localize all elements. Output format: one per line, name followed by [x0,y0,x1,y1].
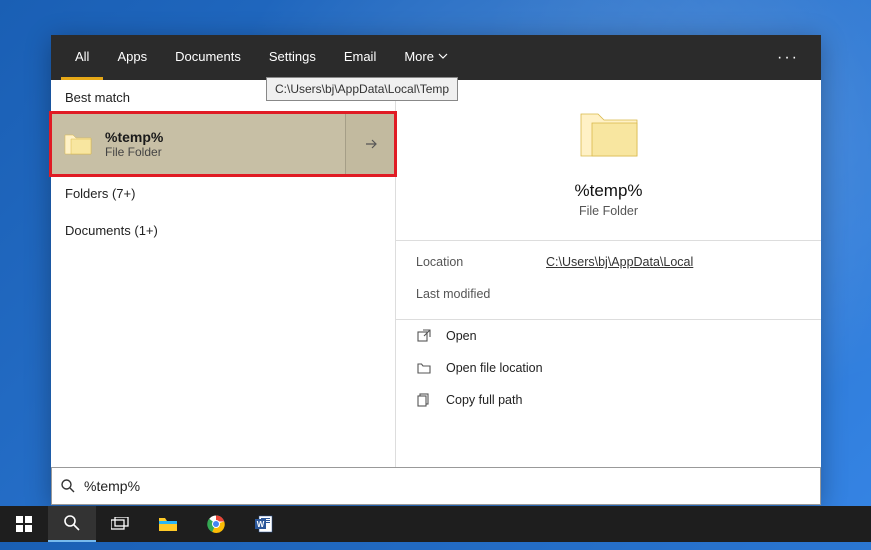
search-panel: All Apps Documents Settings Email More ·… [51,35,821,505]
taskbar-chrome[interactable] [192,506,240,542]
chevron-down-icon [438,51,448,61]
word-icon: W [255,515,273,533]
preview-title: %temp% [574,181,642,201]
action-open-label: Open [446,329,477,343]
open-icon [416,329,432,343]
taskbar-word[interactable]: W [240,506,288,542]
tab-email[interactable]: Email [330,35,391,80]
location-label: Location [416,255,546,269]
chrome-icon [207,515,225,533]
more-options-button[interactable]: ··· [765,35,811,80]
tab-settings[interactable]: Settings [255,35,330,80]
preview-header: %temp% File Folder [396,80,821,240]
modified-label: Last modified [416,287,546,301]
tabs-bar: All Apps Documents Settings Email More ·… [51,35,821,80]
location-link[interactable]: C:\Users\bj\AppData\Local [546,255,693,269]
result-item-temp[interactable]: %temp% File Folder [51,113,395,175]
search-box[interactable] [51,467,821,505]
folder-icon [51,132,105,156]
action-copy-path-label: Copy full path [446,393,522,407]
result-subtitle: File Folder [105,145,345,159]
tab-more[interactable]: More [390,35,462,80]
svg-text:W: W [257,520,265,529]
copy-icon [416,393,432,407]
tab-all[interactable]: All [61,35,103,80]
results-list: Best match %temp% File Folder [51,80,396,467]
folder-icon-large [578,108,640,165]
folder-outline-icon [416,361,432,375]
taskbar-taskview[interactable] [96,506,144,542]
taskview-icon [111,517,129,531]
preview-panel: %temp% File Folder Location C:\Users\bj\… [396,80,821,467]
action-open-location-label: Open file location [446,361,543,375]
action-copy-path[interactable]: Copy full path [396,384,821,416]
category-documents[interactable]: Documents (1+) [51,212,395,249]
file-explorer-icon [158,516,178,532]
taskbar: W [0,506,871,542]
preview-subtitle: File Folder [579,204,638,218]
tab-apps[interactable]: Apps [103,35,161,80]
tab-documents[interactable]: Documents [161,35,255,80]
search-icon [60,478,76,494]
category-folders[interactable]: Folders (7+) [51,175,395,212]
action-open[interactable]: Open [396,320,821,352]
tab-more-label: More [404,49,434,64]
search-icon [63,514,81,532]
arrow-right-icon [363,136,379,152]
result-text: %temp% File Folder [105,129,345,159]
windows-icon [16,516,32,532]
action-open-location[interactable]: Open file location [396,352,821,384]
result-title: %temp% [105,129,345,145]
taskbar-explorer[interactable] [144,506,192,542]
taskbar-search[interactable] [48,506,96,542]
details-modified: Last modified [396,273,821,319]
result-expand-button[interactable] [345,113,395,175]
tooltip-path: C:\Users\bj\AppData\Local\Temp [266,77,458,101]
details-location: Location C:\Users\bj\AppData\Local [396,241,821,273]
start-button[interactable] [0,506,48,542]
search-input[interactable] [84,478,812,494]
content-area: Best match %temp% File Folder [51,80,821,467]
